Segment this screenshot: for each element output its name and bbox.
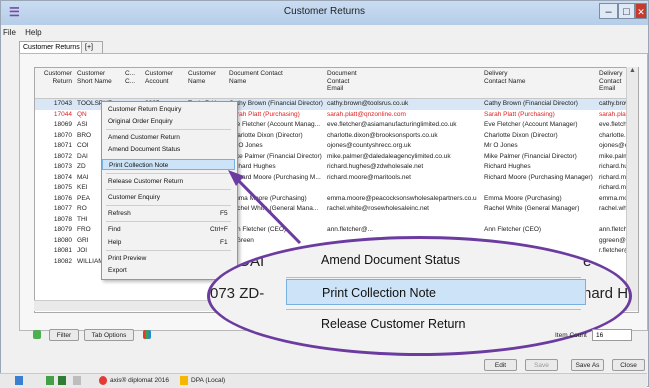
zoom-separator bbox=[286, 277, 581, 278]
item-count-field[interactable]: 16 bbox=[592, 329, 632, 341]
upload-icon[interactable] bbox=[15, 376, 23, 385]
tab-options-button[interactable]: Tab Options bbox=[84, 329, 134, 341]
zoom-bg-row: 073 ZD- bbox=[210, 285, 265, 302]
green-action-icon[interactable] bbox=[46, 376, 54, 385]
item-count-label: Item Count bbox=[555, 332, 587, 339]
edit-button[interactable]: Edit bbox=[484, 359, 517, 371]
axis-logo-icon bbox=[99, 376, 107, 385]
zoom-menu: Amend Document Status Print Collection N… bbox=[286, 241, 596, 351]
close-button[interactable]: Close bbox=[612, 359, 645, 371]
colour-options-icon[interactable] bbox=[143, 330, 151, 339]
zoom-bg-row: 072 DAI bbox=[210, 253, 265, 270]
status-bar: axis® diplomat 2016 DPA (Local) bbox=[0, 373, 647, 388]
filter-button[interactable]: Filter bbox=[49, 329, 79, 341]
export-icon[interactable] bbox=[58, 376, 66, 385]
zoom-release-customer-return: Release Customer Return bbox=[321, 317, 466, 331]
save-as-button[interactable]: Save As bbox=[571, 359, 604, 371]
connection-mode: DPA (Local) bbox=[191, 377, 226, 384]
zoom-print-collection-note: Print Collection Note bbox=[286, 279, 586, 305]
zoom-amend-document-status: Amend Document Status bbox=[321, 253, 460, 267]
refresh-icon[interactable] bbox=[33, 330, 41, 339]
save-button[interactable]: Save bbox=[525, 359, 558, 371]
print-icon[interactable] bbox=[73, 376, 81, 385]
app-name: axis® diplomat 2016 bbox=[110, 377, 169, 384]
database-icon bbox=[180, 376, 188, 385]
zoom-separator bbox=[286, 309, 581, 310]
